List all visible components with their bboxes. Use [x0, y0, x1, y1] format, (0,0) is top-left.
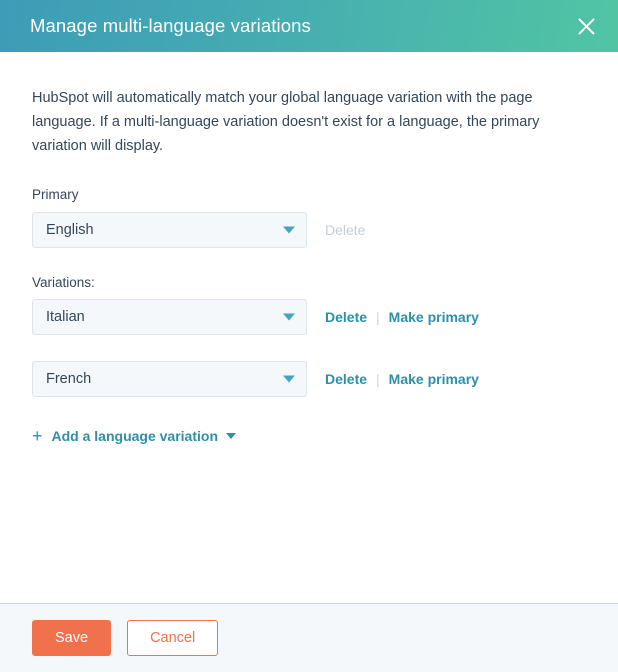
primary-label: Primary: [32, 187, 79, 202]
primary-actions: Delete: [325, 223, 365, 237]
modal-title: Manage multi-language variations: [30, 14, 311, 36]
variations-section: Variations: Italian Delete | Make primar…: [32, 274, 586, 397]
variation-language-select-wrap-1: French: [32, 361, 307, 397]
primary-language-select[interactable]: English: [32, 211, 307, 248]
add-language-variation-label: Add a language variation: [51, 428, 218, 444]
action-separator: |: [376, 309, 380, 325]
modal-footer: Save Cancel: [0, 603, 618, 672]
variation-delete-link-0[interactable]: Delete: [325, 310, 367, 324]
action-separator: |: [376, 371, 380, 387]
close-icon[interactable]: [572, 12, 600, 40]
add-language-variation-button[interactable]: + Add a language variation: [32, 427, 236, 445]
variation-actions-1: Delete | Make primary: [325, 372, 479, 386]
modal-body: HubSpot will automatically match your gl…: [0, 52, 618, 603]
variations-label: Variations:: [32, 274, 95, 290]
variation-language-select-0[interactable]: Italian: [32, 299, 307, 335]
variation-language-select-1[interactable]: French: [32, 361, 307, 397]
variation-row: French Delete | Make primary: [32, 361, 586, 397]
chevron-down-icon: [226, 433, 236, 439]
primary-section: Primary English Delete: [32, 188, 586, 248]
modal-header: Manage multi-language variations: [0, 0, 618, 52]
save-button[interactable]: Save: [32, 620, 112, 656]
variation-actions-0: Delete | Make primary: [325, 310, 479, 324]
variation-make-primary-link-1[interactable]: Make primary: [389, 372, 479, 386]
description-text: HubSpot will automatically match your gl…: [32, 90, 540, 154]
variation-delete-link-1[interactable]: Delete: [325, 372, 367, 386]
manage-language-variations-modal: Manage multi-language variations HubSpot…: [0, 0, 618, 672]
primary-language-select-wrap: English: [32, 211, 307, 248]
primary-delete-link: Delete: [325, 221, 366, 238]
variation-row: Italian Delete | Make primary: [32, 299, 586, 335]
variation-language-select-wrap-0: Italian: [32, 299, 307, 335]
plus-icon: +: [32, 426, 43, 446]
cancel-button[interactable]: Cancel: [127, 620, 219, 656]
variation-make-primary-link-0[interactable]: Make primary: [389, 310, 479, 324]
primary-row: English Delete: [32, 211, 586, 248]
